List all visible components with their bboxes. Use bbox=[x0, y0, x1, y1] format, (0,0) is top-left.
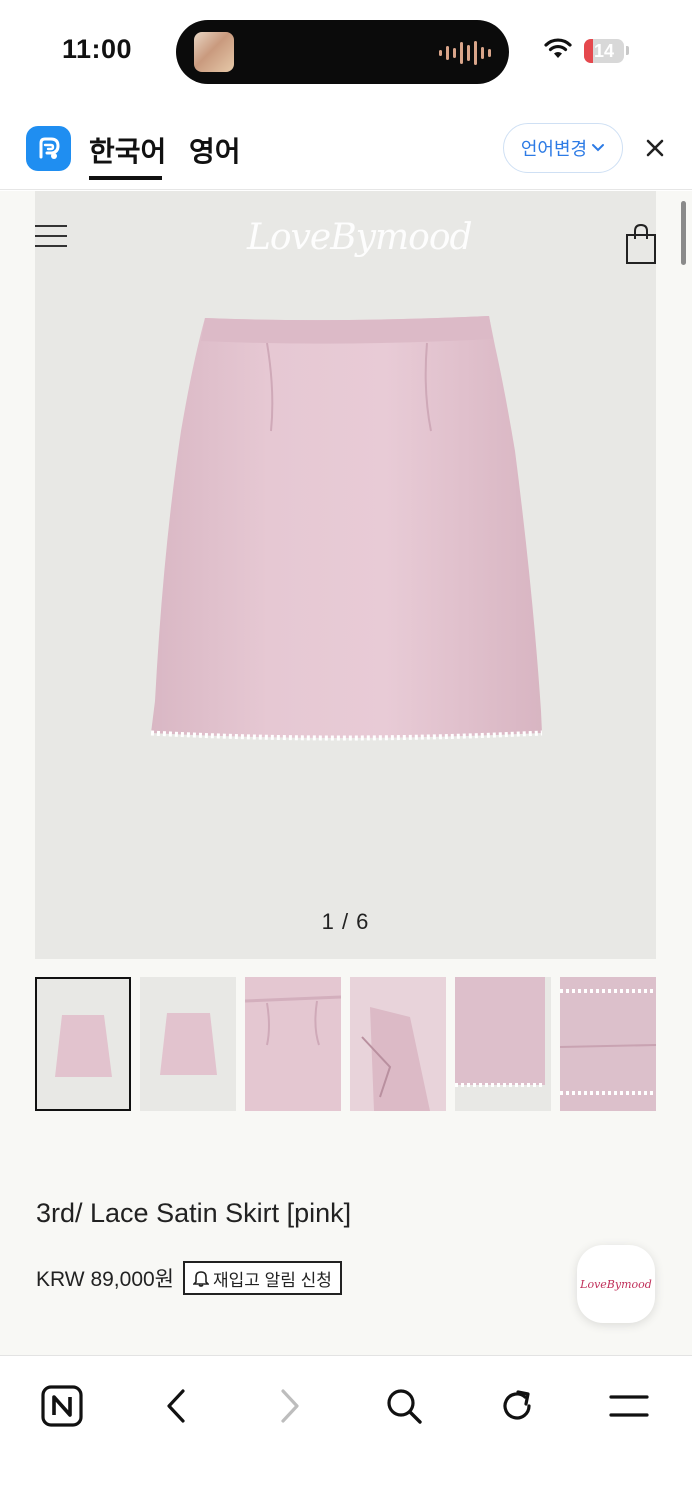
now-playing-thumbnail bbox=[194, 32, 234, 72]
product-price: KRW 89,000원 bbox=[36, 1268, 174, 1291]
thumbnail-strip bbox=[35, 977, 656, 1111]
papago-icon[interactable] bbox=[26, 126, 71, 171]
back-button[interactable] bbox=[148, 1378, 204, 1434]
translation-bar: 한국어 영어 언어변경 bbox=[0, 100, 692, 190]
restock-alert-label: 재입고 알림 신청 bbox=[213, 1270, 332, 1290]
image-counter: 1 / 6 bbox=[321, 909, 370, 934]
web-content: LoveBymood 1 / 6 3rd/ Lace Satin Skirt [… bbox=[0, 191, 692, 1355]
battery-level: 14 bbox=[593, 41, 615, 61]
site-menu-icon[interactable] bbox=[35, 225, 67, 247]
change-language-button[interactable]: 언어변경 bbox=[503, 123, 623, 173]
thumbnail-6[interactable] bbox=[560, 977, 656, 1111]
wifi-icon bbox=[544, 38, 572, 58]
search-button[interactable] bbox=[376, 1378, 432, 1434]
brand-logo[interactable]: LoveBymood bbox=[247, 217, 473, 258]
shopping-bag-icon[interactable] bbox=[625, 223, 657, 265]
scrollbar[interactable] bbox=[681, 201, 686, 265]
close-translation-button[interactable] bbox=[640, 133, 670, 163]
audio-waveform-icon bbox=[439, 41, 491, 65]
skirt-image bbox=[150, 316, 543, 741]
browser-toolbar bbox=[0, 1355, 692, 1500]
thumbnail-2[interactable] bbox=[140, 977, 236, 1111]
forward-button[interactable] bbox=[262, 1378, 318, 1434]
thumbnail-3[interactable] bbox=[245, 977, 341, 1111]
floating-chat-button[interactable]: LoveBymood bbox=[577, 1245, 655, 1323]
thumbnail-1[interactable] bbox=[35, 977, 131, 1111]
search-icon bbox=[387, 1389, 422, 1424]
chevron-down-icon bbox=[592, 144, 605, 152]
status-bar: 11:00 14 bbox=[0, 0, 692, 100]
tab-english[interactable]: 영어 bbox=[189, 130, 241, 170]
status-time: 11:00 bbox=[62, 34, 133, 64]
battery-cap bbox=[626, 46, 629, 55]
refresh-button[interactable] bbox=[489, 1378, 545, 1434]
forward-icon bbox=[281, 1389, 299, 1423]
change-language-label: 언어변경 bbox=[520, 139, 588, 159]
dynamic-island[interactable] bbox=[176, 20, 509, 84]
refresh-icon bbox=[503, 1390, 531, 1420]
bell-icon bbox=[193, 1271, 209, 1287]
thumbnail-5[interactable] bbox=[455, 977, 551, 1111]
selected-tab-indicator bbox=[89, 176, 162, 180]
thumbnail-4[interactable] bbox=[350, 977, 446, 1111]
floating-brand-logo: LoveBymood bbox=[580, 1277, 652, 1291]
menu-button[interactable] bbox=[601, 1378, 657, 1434]
restock-alert-button[interactable]: 재입고 알림 신청 bbox=[183, 1261, 342, 1295]
naver-home-button[interactable] bbox=[34, 1378, 90, 1434]
price-row: KRW 89,000원 재입고 알림 신청 bbox=[36, 1261, 342, 1295]
product-main-image[interactable]: LoveBymood 1 / 6 bbox=[35, 191, 656, 959]
close-icon bbox=[646, 139, 664, 157]
menu-icon bbox=[609, 1395, 649, 1417]
product-name: 3rd/ Lace Satin Skirt [pink] bbox=[36, 1198, 352, 1228]
naver-home-icon bbox=[41, 1385, 83, 1427]
tab-korean[interactable]: 한국어 bbox=[89, 130, 166, 170]
back-icon bbox=[167, 1389, 185, 1423]
battery-icon: 14 bbox=[584, 39, 624, 63]
